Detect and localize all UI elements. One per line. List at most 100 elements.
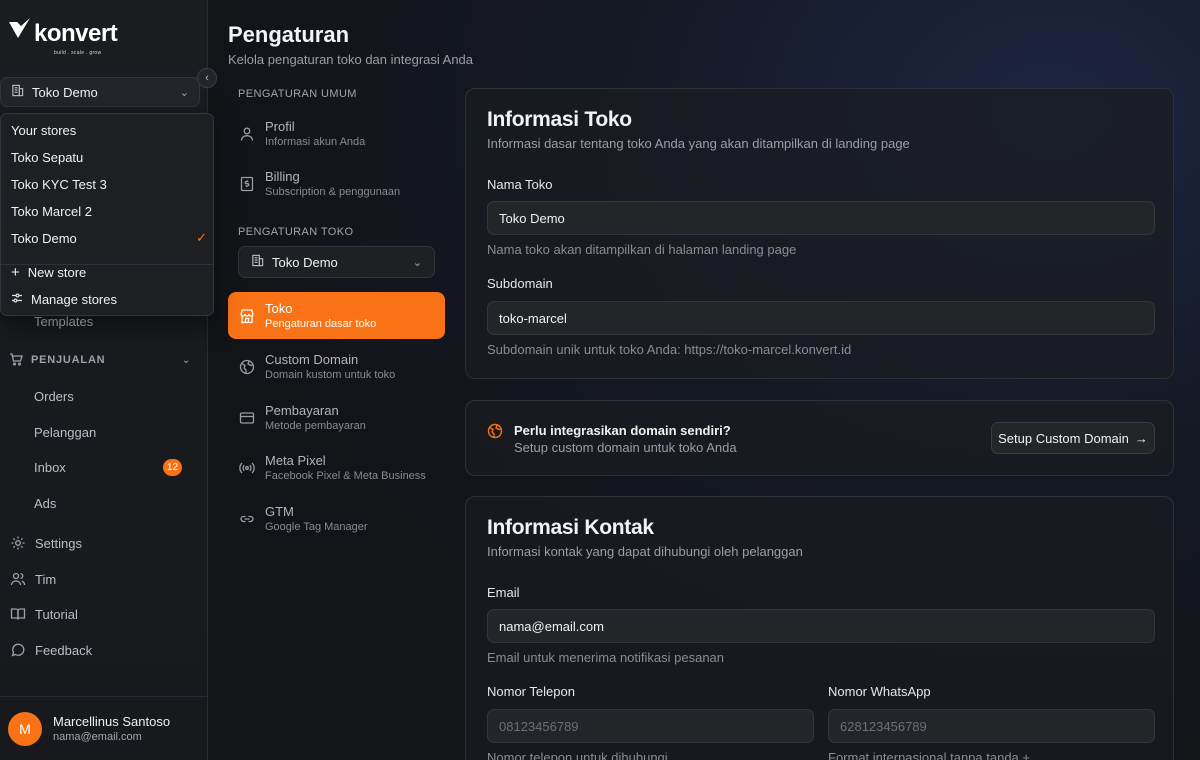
user-name: Marcellinus Santoso bbox=[53, 714, 171, 729]
store-name-input[interactable] bbox=[487, 201, 1155, 235]
settings-item-sub: Metode pembayaran bbox=[265, 420, 366, 432]
store-name: Toko KYC Test 3 bbox=[11, 176, 107, 192]
settings-item-billing[interactable]: Billing Subscription & penggunaan bbox=[228, 160, 445, 207]
cart-icon bbox=[9, 352, 23, 369]
brand-tagline: build . scale . grow bbox=[54, 50, 102, 56]
settings-item-sub: Pengaturan dasar toko bbox=[265, 318, 377, 330]
settings-item-gtm[interactable]: GTM Google Tag Manager bbox=[228, 495, 445, 542]
page-title: Pengaturan bbox=[228, 22, 350, 47]
sidebar-item-label: Inbox bbox=[34, 459, 66, 475]
building-icon bbox=[251, 254, 264, 270]
sidebar-item-label: Pelanggan bbox=[34, 424, 97, 440]
settings-item-pembayaran[interactable]: Pembayaran Metode pembayaran bbox=[228, 394, 445, 441]
sidebar-item-tim[interactable]: Tim bbox=[0, 565, 200, 593]
phone-label: Nomor Telepon bbox=[487, 684, 575, 699]
sidebar-item-label: Feedback bbox=[35, 642, 93, 658]
plus-icon: + bbox=[11, 263, 20, 281]
subdomain-input[interactable] bbox=[487, 301, 1155, 335]
avatar: M bbox=[8, 711, 42, 746]
manage-stores-button[interactable]: Manage stores bbox=[11, 288, 207, 310]
section-label: PENJUALAN bbox=[31, 354, 106, 366]
message-circle-icon bbox=[9, 642, 27, 658]
store-select-label: Toko Demo bbox=[272, 254, 338, 270]
user-email: nama@email.com bbox=[53, 731, 142, 743]
email-input[interactable] bbox=[487, 609, 1155, 643]
subdomain-label: Subdomain bbox=[487, 276, 553, 291]
settings-store-select[interactable]: Toko Demo ⌄ bbox=[238, 246, 435, 278]
store-switcher[interactable]: Toko Demo ⌄ bbox=[0, 77, 200, 107]
subdomain-help: Subdomain unik untuk toko Anda: https://… bbox=[487, 342, 852, 357]
new-store-button[interactable]: + New store bbox=[11, 261, 207, 283]
settings-item-sub: Subscription & penggunaan bbox=[265, 186, 401, 198]
inbox-count-badge: 12 bbox=[163, 458, 182, 476]
dropdown-store-item-selected[interactable]: Toko Demo ✓ bbox=[11, 227, 207, 249]
link-icon bbox=[237, 511, 257, 527]
sidebar-item-orders[interactable]: Orders bbox=[0, 382, 200, 410]
store-name-help: Nama toko akan ditampilkan di halaman la… bbox=[487, 242, 797, 257]
book-icon bbox=[9, 606, 27, 622]
store-name: Toko Demo bbox=[11, 230, 77, 246]
dropdown-store-item[interactable]: Toko Marcel 2 bbox=[11, 200, 207, 222]
card-subtitle: Informasi dasar tentang toko Anda yang a… bbox=[487, 136, 910, 151]
sidebar-item-inbox[interactable]: Inbox 12 bbox=[0, 453, 200, 481]
settings-item-sub: Informasi akun Anda bbox=[265, 136, 366, 148]
sliders-icon bbox=[11, 292, 23, 307]
settings-item-title: Custom Domain bbox=[265, 352, 359, 367]
store-switcher-label: Toko Demo bbox=[32, 84, 98, 100]
user-profile[interactable]: M Marcellinus Santoso nama@email.com bbox=[0, 696, 208, 760]
dropdown-store-item[interactable]: Toko KYC Test 3 bbox=[11, 173, 207, 195]
users-icon bbox=[9, 571, 27, 587]
chevron-down-icon: ⌄ bbox=[412, 256, 422, 269]
email-help: Email untuk menerima notifikasi pesanan bbox=[487, 650, 725, 665]
settings-item-custom-domain[interactable]: Custom Domain Domain kustom untuk toko bbox=[228, 343, 445, 390]
app-root: konvert build . scale . grow Toko Demo ⌄… bbox=[0, 0, 1200, 760]
dropdown-store-item[interactable]: Toko Sepatu bbox=[11, 146, 207, 168]
phone-input[interactable] bbox=[487, 709, 814, 743]
arrow-right-icon: → bbox=[1134, 430, 1148, 446]
settings-item-toko[interactable]: Toko Pengaturan dasar toko bbox=[228, 292, 445, 339]
check-icon: ✓ bbox=[196, 230, 207, 245]
settings-item-title: Meta Pixel bbox=[265, 453, 326, 468]
phone-help: Nomor telepon untuk dihubungi bbox=[487, 750, 668, 760]
globe-icon bbox=[237, 359, 257, 375]
globe-icon bbox=[487, 423, 503, 444]
sidebar-item-label: Tutorial bbox=[35, 606, 78, 622]
store-info-card: Informasi Toko Informasi dasar tentang t… bbox=[465, 88, 1174, 379]
settings-item-title: Toko bbox=[265, 301, 293, 316]
collapse-sidebar-button[interactable]: ‹ bbox=[197, 68, 217, 88]
whatsapp-label: Nomor WhatsApp bbox=[828, 684, 931, 699]
gear-icon bbox=[9, 535, 27, 551]
broadcast-icon bbox=[237, 460, 257, 476]
sidebar-item-label: Ads bbox=[34, 495, 57, 511]
page-subtitle: Kelola pengaturan toko dan integrasi And… bbox=[228, 52, 474, 67]
card-title: Informasi Kontak bbox=[487, 516, 654, 539]
store-name: Toko Sepatu bbox=[11, 149, 84, 165]
credit-card-icon bbox=[237, 410, 257, 426]
action-label: New store bbox=[27, 264, 87, 280]
custom-domain-promo-card: Perlu integrasikan domain sendiri? Setup… bbox=[465, 400, 1174, 476]
settings-item-title: GTM bbox=[265, 504, 294, 519]
sidebar-item-feedback[interactable]: Feedback bbox=[0, 636, 200, 664]
settings-item-meta-pixel[interactable]: Meta Pixel Facebook Pixel & Meta Busines… bbox=[228, 444, 445, 491]
sidebar-item-tutorial[interactable]: Tutorial bbox=[0, 600, 200, 628]
settings-item-title: Billing bbox=[265, 169, 300, 184]
whatsapp-input[interactable] bbox=[828, 709, 1155, 743]
settings-item-title: Profil bbox=[265, 119, 295, 134]
setup-custom-domain-button[interactable]: Setup Custom Domain → bbox=[991, 422, 1155, 454]
settings-item-sub: Facebook Pixel & Meta Business bbox=[265, 470, 426, 482]
store-icon bbox=[237, 308, 257, 324]
brand-logo[interactable]: konvert build . scale . grow bbox=[8, 16, 118, 56]
brand-name: konvert bbox=[34, 20, 118, 47]
building-icon bbox=[11, 84, 24, 100]
sidebar-item-ads[interactable]: Ads bbox=[0, 489, 200, 517]
sidebar-item-pelanggan[interactable]: Pelanggan bbox=[0, 418, 200, 446]
chevron-left-icon: ‹ bbox=[205, 72, 209, 84]
chevron-down-icon: ⌄ bbox=[179, 86, 189, 99]
settings-item-profil[interactable]: Profil Informasi akun Anda bbox=[228, 110, 445, 157]
card-subtitle: Informasi kontak yang dapat dihubungi ol… bbox=[487, 544, 803, 559]
sidebar-section-penjualan[interactable]: PENJUALAN ⌄ bbox=[9, 350, 191, 370]
settings-item-title: Pembayaran bbox=[265, 403, 339, 418]
store-name-label: Nama Toko bbox=[487, 177, 553, 192]
sidebar-item-settings[interactable]: Settings bbox=[0, 529, 200, 557]
sidebar-item-label: Tim bbox=[35, 571, 57, 587]
